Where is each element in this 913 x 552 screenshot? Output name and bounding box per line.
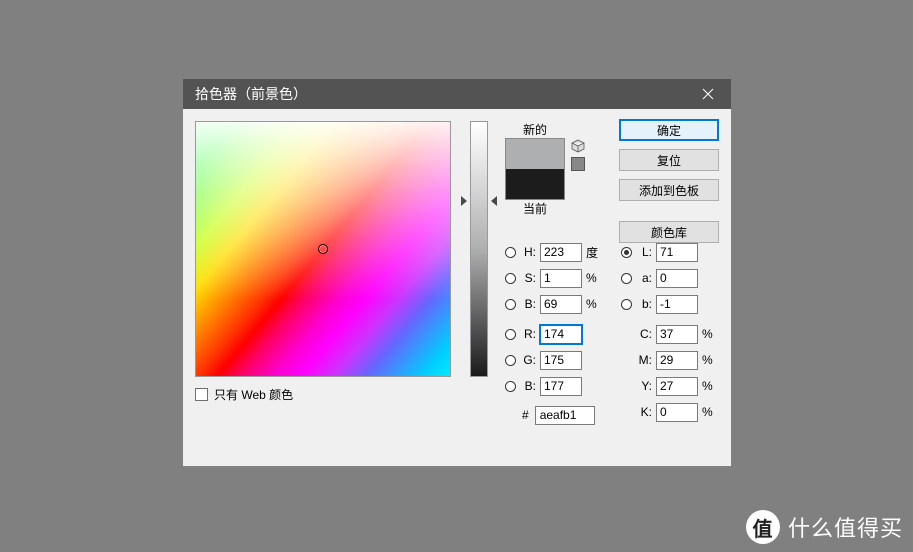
left-column: 只有 Web 颜色 — [195, 121, 453, 454]
label-h: H: — [520, 245, 536, 259]
label-b-lab: b: — [636, 297, 652, 311]
label-b-hsb: B: — [520, 297, 536, 311]
input-m[interactable] — [656, 351, 698, 370]
input-c[interactable] — [656, 325, 698, 344]
radio-a[interactable] — [621, 273, 632, 284]
hue-slider[interactable] — [470, 121, 488, 377]
input-l[interactable] — [656, 243, 698, 262]
label-b-rgb: B: — [520, 379, 536, 393]
gamut-icons — [571, 139, 585, 171]
label-r: R: — [520, 327, 536, 341]
web-only-label: 只有 Web 颜色 — [214, 386, 293, 403]
label-m: M: — [636, 353, 652, 367]
label-s: S: — [520, 271, 536, 285]
input-r[interactable] — [540, 325, 582, 344]
close-button[interactable] — [693, 79, 723, 109]
label-y: Y: — [636, 379, 652, 393]
add-swatch-button[interactable]: 添加到色板 — [619, 179, 719, 201]
hex-prefix: # — [522, 408, 529, 422]
input-hex[interactable] — [535, 406, 595, 425]
watermark-text: 什么值得买 — [788, 511, 903, 543]
numeric-fields: H: 度 L: S: % — [505, 239, 719, 425]
new-label: 新的 — [523, 121, 547, 138]
picker-cursor-icon[interactable] — [318, 244, 328, 254]
label-k: K: — [636, 405, 652, 419]
button-column: 确定 复位 添加到色板 颜色库 — [619, 119, 719, 243]
ok-button[interactable]: 确定 — [619, 119, 719, 141]
unit-y: % — [702, 379, 716, 393]
radio-l[interactable] — [621, 247, 632, 258]
input-b-hsb[interactable] — [540, 295, 582, 314]
input-a[interactable] — [656, 269, 698, 288]
label-g: G: — [520, 353, 536, 367]
dialog-body: 只有 Web 颜色 新的 当前 — [183, 109, 731, 466]
radio-s[interactable] — [505, 273, 516, 284]
close-icon — [702, 88, 714, 100]
label-a: a: — [636, 271, 652, 285]
hue-arrow-right-icon[interactable] — [491, 196, 497, 206]
unit-s: % — [586, 271, 600, 285]
swatch-pair — [505, 138, 565, 200]
unit-k: % — [702, 405, 716, 419]
unit-h: 度 — [586, 244, 600, 261]
input-b-rgb[interactable] — [540, 377, 582, 396]
watermark-badge-icon: 值 — [746, 510, 780, 544]
hue-arrow-left-icon[interactable] — [461, 196, 467, 206]
watermark: 值 什么值得买 — [746, 510, 903, 544]
web-only-row: 只有 Web 颜色 — [195, 386, 453, 403]
input-y[interactable] — [656, 377, 698, 396]
color-field[interactable] — [195, 121, 451, 377]
titlebar[interactable]: 拾色器（前景色） — [183, 79, 731, 109]
input-h[interactable] — [540, 243, 582, 262]
reset-button[interactable]: 复位 — [619, 149, 719, 171]
swatch-current[interactable] — [506, 169, 564, 199]
color-picker-dialog: 拾色器（前景色） 只有 Web 颜色 新的 — [183, 79, 731, 466]
input-g[interactable] — [540, 351, 582, 370]
input-b-lab[interactable] — [656, 295, 698, 314]
websafe-swatch-icon[interactable] — [571, 157, 585, 171]
unit-b-hsb: % — [586, 297, 600, 311]
unit-c: % — [702, 327, 716, 341]
gamut-warning-icon[interactable] — [571, 139, 585, 153]
current-label: 当前 — [523, 200, 547, 217]
unit-m: % — [702, 353, 716, 367]
swatch-new[interactable] — [506, 139, 564, 169]
radio-b-lab[interactable] — [621, 299, 632, 310]
radio-b-hsb[interactable] — [505, 299, 516, 310]
radio-r[interactable] — [505, 329, 516, 340]
dialog-title: 拾色器（前景色） — [195, 84, 307, 104]
radio-h[interactable] — [505, 247, 516, 258]
right-column: 新的 当前 确定 复位 添加到色板 颜色库 — [505, 121, 719, 454]
input-k[interactable] — [656, 403, 698, 422]
input-s[interactable] — [540, 269, 582, 288]
label-c: C: — [636, 327, 652, 341]
radio-g[interactable] — [505, 355, 516, 366]
label-l: L: — [636, 245, 652, 259]
radio-b-rgb[interactable] — [505, 381, 516, 392]
hue-column — [463, 121, 495, 454]
web-only-checkbox[interactable] — [195, 388, 208, 401]
